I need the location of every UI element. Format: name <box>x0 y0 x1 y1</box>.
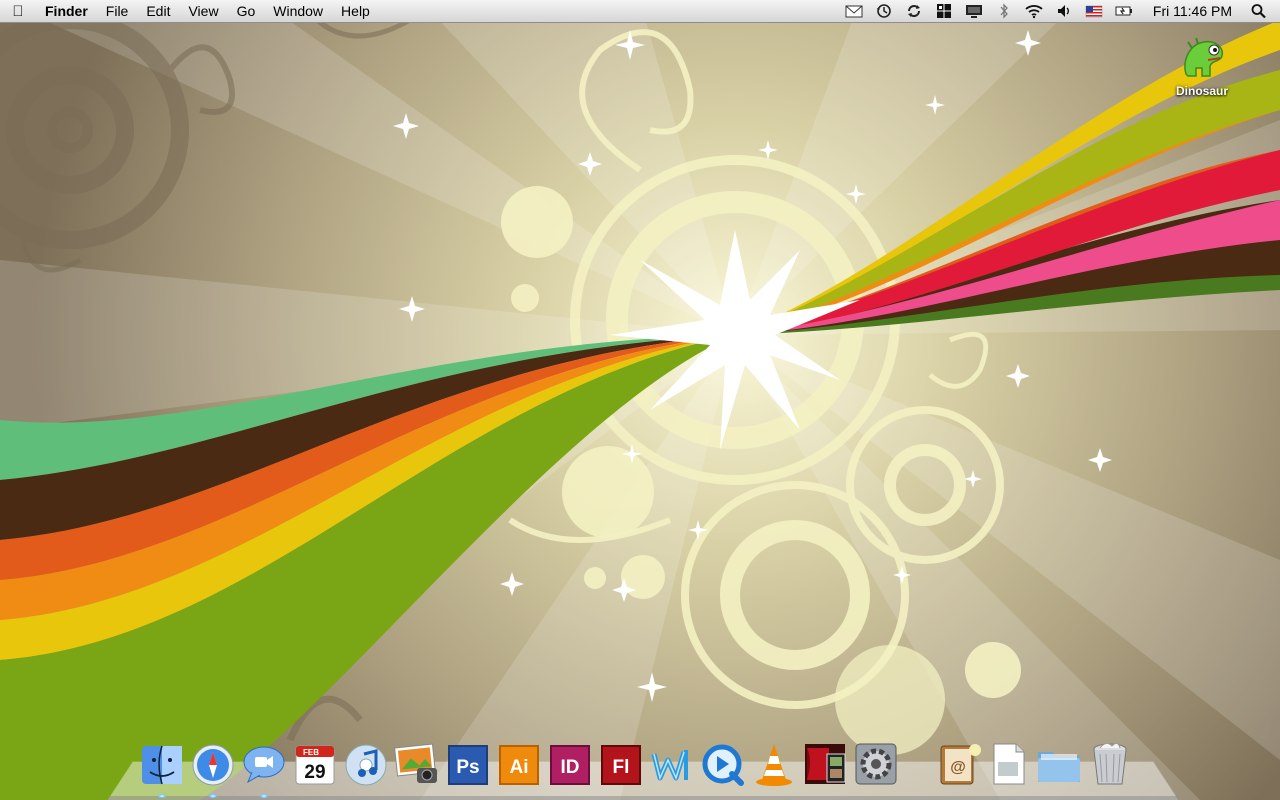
document-file-icon <box>993 743 1025 785</box>
vlc-cone-icon <box>756 744 792 786</box>
indesign-icon: ID <box>550 745 590 785</box>
illustrator-label: Ai <box>510 757 529 778</box>
us-flag-icon[interactable] <box>1079 0 1109 22</box>
address-book-icon: @ <box>940 744 981 785</box>
running-indicator <box>260 794 268 798</box>
dock-indesign[interactable]: ID <box>546 740 594 790</box>
finder-icon <box>142 745 182 785</box>
safari-icon <box>192 744 234 786</box>
display-icon[interactable] <box>959 0 989 22</box>
menu-bar:  Finder File Edit View Go Window Help <box>0 0 1280 23</box>
dock-address-book[interactable]: @ <box>933 740 981 790</box>
dock-trash[interactable] <box>1086 740 1134 790</box>
dock-illustrator[interactable]: Ai <box>495 740 543 790</box>
mail-icon[interactable] <box>839 0 869 22</box>
dock-system-preferences[interactable] <box>852 740 900 790</box>
battery-icon[interactable] <box>1109 0 1139 22</box>
menu-app-name[interactable]: Finder <box>36 0 97 22</box>
dock-ichat[interactable] <box>240 740 288 798</box>
quicktime-icon <box>702 744 744 786</box>
flash-label: Fl <box>613 757 630 778</box>
dock-ical[interactable]: FEB 29 <box>291 740 339 790</box>
dock-photoshop[interactable]: Ps <box>444 740 492 790</box>
spotlight-search-icon[interactable] <box>1244 0 1274 22</box>
illustrator-icon: Ai <box>499 745 539 785</box>
wifi-icon[interactable] <box>1019 0 1049 22</box>
dock-documents-folder[interactable] <box>1035 740 1083 790</box>
system-preferences-icon <box>855 743 897 785</box>
desktop-wallpaper <box>0 0 1280 800</box>
apple-menu-icon[interactable]:  <box>0 3 36 20</box>
dock-dreamweaver[interactable] <box>648 740 696 790</box>
running-indicator <box>209 794 217 798</box>
dock-flash[interactable]: Fl <box>597 740 645 790</box>
menu-clock[interactable]: Fri 11:46 PM <box>1139 0 1244 22</box>
menu-file[interactable]: File <box>97 0 138 22</box>
itunes-icon <box>345 744 387 786</box>
dvd-player-icon <box>805 744 846 784</box>
calendar-icon: FEB 29 <box>295 745 335 785</box>
dock: FEB 29 Ps Ai ID Fl @ <box>138 734 1137 798</box>
dinosaur-icon <box>1184 37 1224 77</box>
photoshop-label: Ps <box>456 757 479 778</box>
dock-dvd-player[interactable] <box>801 740 849 790</box>
dock-safari[interactable] <box>189 740 237 798</box>
photoshop-icon: Ps <box>448 745 488 785</box>
dock-iphoto[interactable] <box>393 740 441 790</box>
iphoto-icon <box>394 743 437 783</box>
dock-quicktime[interactable] <box>699 740 747 790</box>
menu-view[interactable]: View <box>179 0 227 22</box>
sync-icon[interactable] <box>899 0 929 22</box>
running-indicator <box>158 794 166 798</box>
time-machine-icon[interactable] <box>869 0 899 22</box>
desktop-icon-label: Dinosaur <box>1175 84 1228 98</box>
calendar-day: 29 <box>304 762 325 783</box>
calendar-month: FEB <box>303 748 319 757</box>
dock-vlc[interactable] <box>750 740 798 790</box>
volume-icon[interactable] <box>1049 0 1079 22</box>
menu-window[interactable]: Window <box>264 0 332 22</box>
menu-help[interactable]: Help <box>332 0 379 22</box>
spaces-icon[interactable] <box>929 0 959 22</box>
folder-icon <box>1038 752 1080 782</box>
dock-preview[interactable] <box>984 740 1032 790</box>
ichat-icon <box>243 746 285 784</box>
trash-icon <box>1093 742 1127 785</box>
menu-go[interactable]: Go <box>228 0 265 22</box>
bluetooth-icon[interactable] <box>989 0 1019 22</box>
address-book-at: @ <box>950 759 966 776</box>
desktop-icon-dinosaur[interactable]: Dinosaur <box>1168 30 1236 98</box>
dreamweaver-icon <box>651 750 688 781</box>
menu-edit[interactable]: Edit <box>137 0 179 22</box>
dock-finder[interactable] <box>138 740 186 798</box>
indesign-label: ID <box>561 757 580 778</box>
dock-itunes[interactable] <box>342 740 390 790</box>
flash-icon: Fl <box>601 745 641 785</box>
